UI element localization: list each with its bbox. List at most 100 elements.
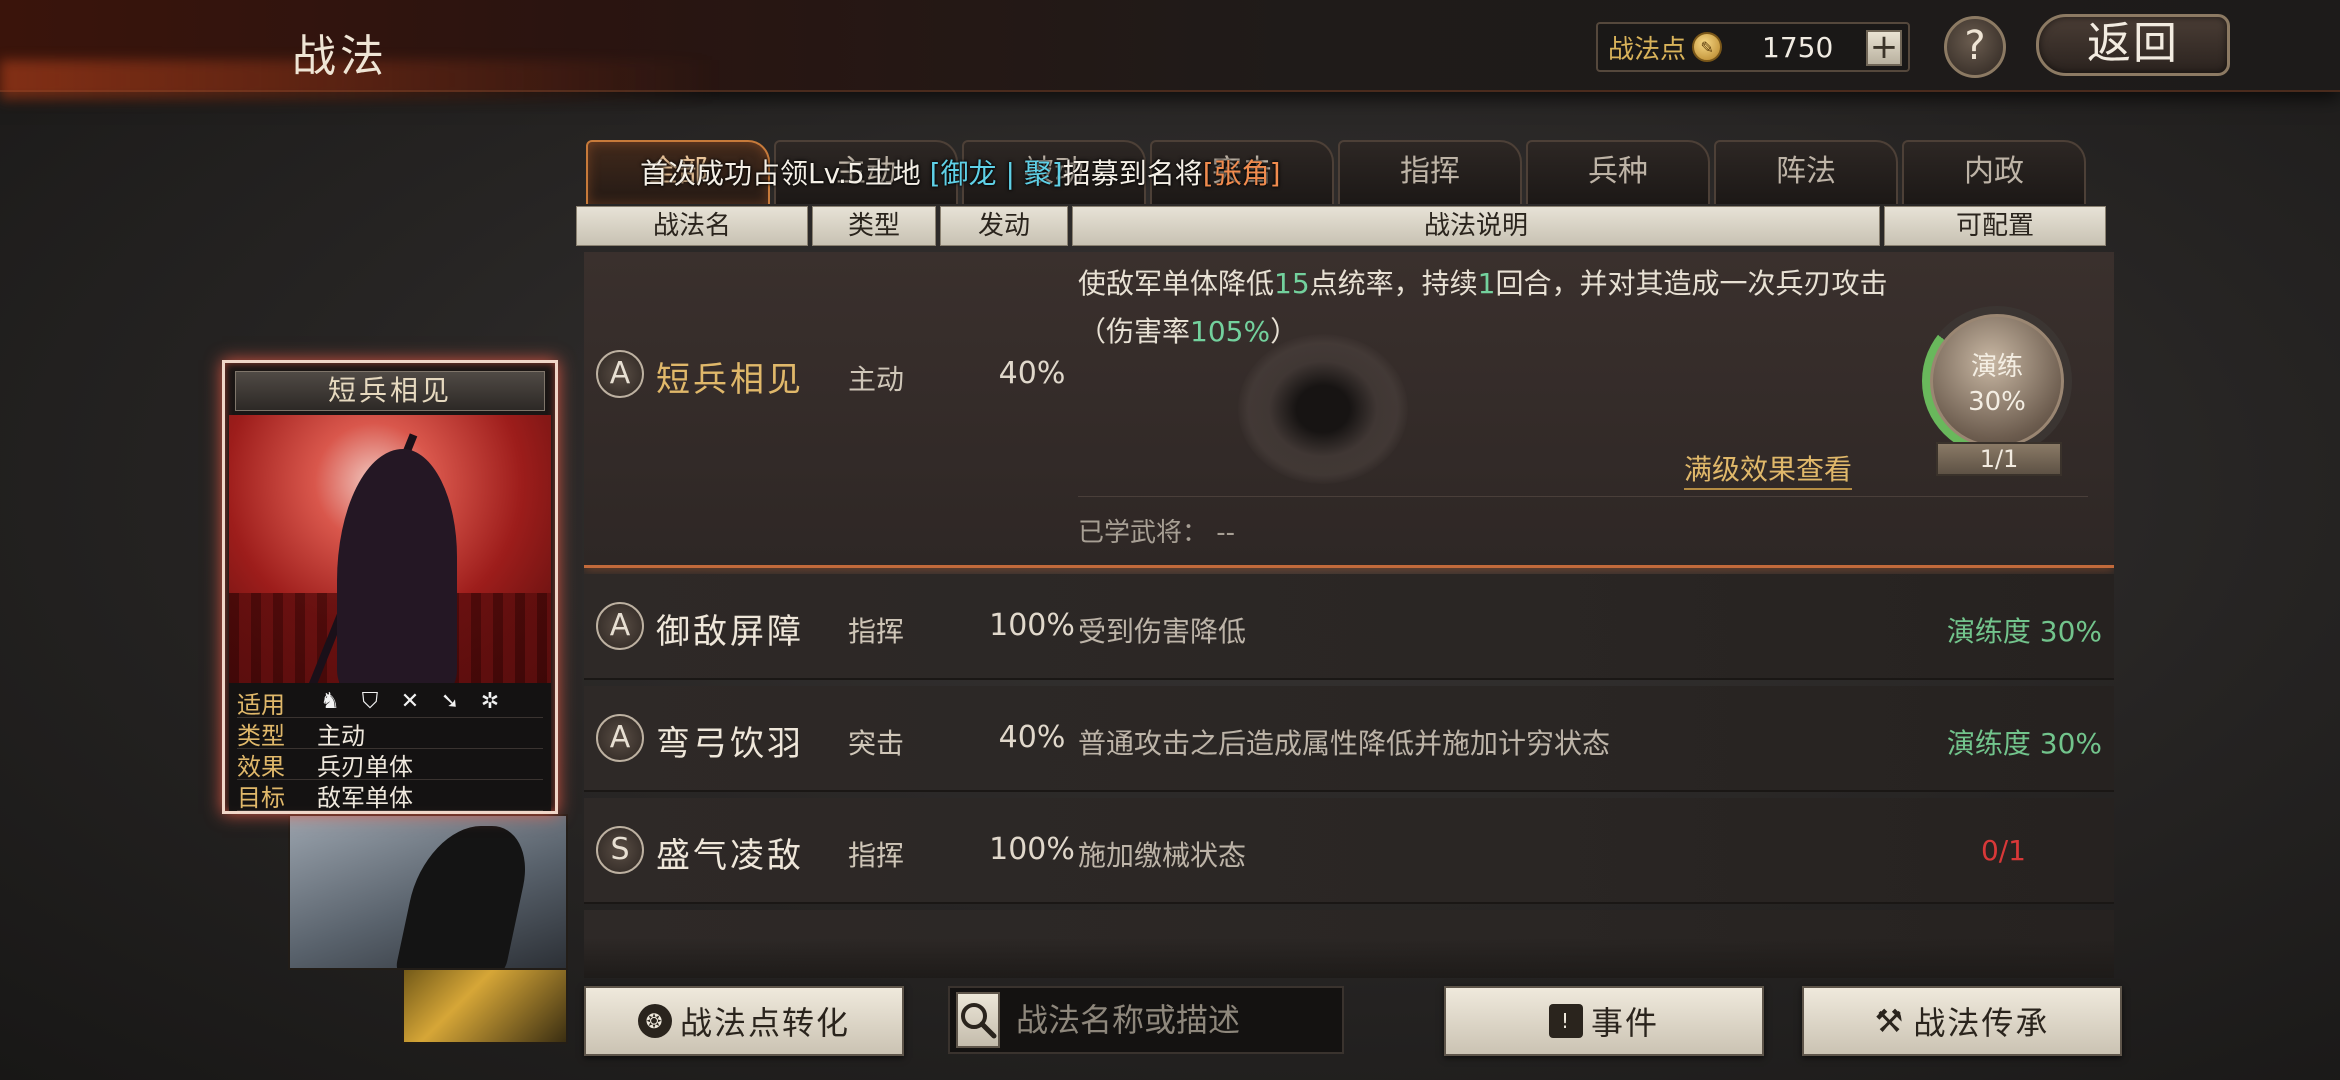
page-title: 战法 xyxy=(292,31,388,82)
events-label: 事件 xyxy=(1590,1004,1659,1042)
card-effect-value: 兵刃单体 xyxy=(317,752,413,781)
tactic-type: 指挥 xyxy=(848,615,905,648)
cavalry-icon: ♞ xyxy=(320,689,340,714)
train-label: 演练 xyxy=(1970,351,2023,382)
train-degree: 演练度 30% xyxy=(1946,727,2102,760)
tactic-rate: 40% xyxy=(998,356,1066,391)
archer-icon: ✕ xyxy=(400,689,420,714)
convert-label: 战法点转化 xyxy=(679,1004,850,1042)
inherit-tactic-button[interactable]: ⚒ 战法传承 xyxy=(1802,986,2122,1056)
scroll-fade xyxy=(584,938,2114,978)
notice-tag-1: [御龙 xyxy=(929,157,997,190)
tactic-row-expanded[interactable]: A 短兵相见 主动 40% 使敌军单体降低15点统率，持续1回合，并对其造成一次… xyxy=(584,252,2114,568)
search-button[interactable] xyxy=(956,992,1000,1048)
desc-value: 15 xyxy=(1274,267,1310,300)
desc-value: 105% xyxy=(1190,315,1271,348)
column-type[interactable]: 类型 xyxy=(812,206,936,246)
desc-part: 使敌军单体降低 xyxy=(1078,267,1275,300)
troop-icons: ♞ ⛉ ✕ ➘ ✲ xyxy=(317,689,503,715)
card-target-row: 目标 敌军单体 xyxy=(237,780,543,812)
desc-part: ） xyxy=(1270,315,1299,348)
grade-badge: S xyxy=(596,826,644,874)
card-apply-row: 适用 ♞ ⛉ ✕ ➘ ✲ xyxy=(237,687,543,719)
train-button[interactable]: 演练 30% xyxy=(1930,314,2064,448)
card-type-label: 类型 xyxy=(237,721,285,750)
train-count: 1/1 xyxy=(1936,442,2062,476)
card-effect-row: 效果 兵刃单体 xyxy=(237,749,543,781)
back-button[interactable]: 返回 xyxy=(2036,14,2230,76)
train-percent: 30% xyxy=(1968,386,2026,417)
table-row[interactable]: A 御敌屏障 指挥 100% 受到伤害降低 演练度 30% xyxy=(584,574,2114,680)
column-description: 战法说明 xyxy=(1072,206,1880,246)
broadcast-notice: 首次成功占领Lv.5土地 [御龙 | 聚]招募到名将[张角] xyxy=(640,152,1281,192)
alert-icon: ! xyxy=(1548,1004,1583,1038)
help-button[interactable]: ? xyxy=(1944,16,2006,78)
inherit-label: 战法传承 xyxy=(1913,1004,2050,1042)
row-divider xyxy=(1078,496,2088,497)
notice-tag-2: | 聚] xyxy=(1005,157,1063,190)
desc-part: 点统率，持续 xyxy=(1309,267,1478,300)
card-title: 短兵相见 xyxy=(235,371,545,411)
card-artwork xyxy=(229,415,551,683)
tab-formation[interactable]: 阵法 xyxy=(1714,140,1898,204)
full-level-effect-link[interactable]: 满级效果查看 xyxy=(1684,448,1853,490)
train-degree: 演练度 30% xyxy=(1946,615,2102,648)
search-icon xyxy=(961,1003,997,1039)
learned-value: -- xyxy=(1216,518,1236,548)
tactic-coin-icon: ✎ xyxy=(1692,32,1723,62)
add-points-button[interactable]: + xyxy=(1866,30,1902,66)
hammer-icon: ⚒ xyxy=(1874,1002,1906,1040)
convert-icon: ❂ xyxy=(637,1004,672,1038)
tactic-type: 主动 xyxy=(848,363,905,396)
tactic-name: 御敌屏障 xyxy=(656,612,804,652)
tactic-type: 突击 xyxy=(848,727,905,760)
table-header: 战法名 类型 发动 战法说明 可配置 xyxy=(576,206,2106,246)
tactic-name: 短兵相见 xyxy=(656,360,804,400)
card-type-row: 类型 主动 xyxy=(237,718,543,750)
column-configurable[interactable]: 可配置 xyxy=(1884,206,2106,246)
tactic-name: 盛气凌敌 xyxy=(656,836,804,876)
config-count: 0/1 xyxy=(1980,834,2026,867)
card-info: 适用 ♞ ⛉ ✕ ➘ ✲ 类型 主动 效果 兵刃单体 目标 敌军单体 xyxy=(229,683,551,812)
top-bar: 战法 战法点 ✎ 1750 + ? 返回 xyxy=(0,0,2340,100)
events-button[interactable]: ! 事件 xyxy=(1444,986,1764,1056)
tactic-name: 弯弓饮羽 xyxy=(656,724,804,764)
grade-badge: A xyxy=(596,350,644,398)
search-input[interactable] xyxy=(1000,992,1415,1048)
tactic-card-back[interactable] xyxy=(402,960,568,1044)
tactic-points-box: 战法点 ✎ 1750 + xyxy=(1596,22,1910,72)
card-type-value: 主动 xyxy=(317,721,365,750)
table-row[interactable]: S 盛气凌敌 指挥 100% 施加缴械状态 0/1 xyxy=(584,798,2114,904)
table-row[interactable]: A 弯弓饮羽 突击 40% 普通攻击之后造成属性降低并施加计穷状态 演练度 30… xyxy=(584,686,2114,792)
siege-icon: ✲ xyxy=(480,689,500,714)
convert-points-button[interactable]: ❂ 战法点转化 xyxy=(584,986,904,1056)
tactics-list[interactable]: A 短兵相见 主动 40% 使敌军单体降低15点统率，持续1回合，并对其造成一次… xyxy=(584,252,2114,978)
column-trigger[interactable]: 发动 xyxy=(940,206,1068,246)
tactic-card[interactable]: 短兵相见 适用 ♞ ⛉ ✕ ➘ ✲ 类型 主动 效果 兵刃单体 目标 敌军单体 xyxy=(222,360,558,814)
tactic-rate: 100% xyxy=(989,608,1075,643)
tactic-card-back[interactable] xyxy=(288,814,568,970)
column-name[interactable]: 战法名 xyxy=(576,206,808,246)
shield-icon: ⛉ xyxy=(361,689,379,714)
learned-label: 已学武将： xyxy=(1078,518,1209,548)
tactic-points-value: 1750 xyxy=(1762,30,1834,64)
tactic-rate: 40% xyxy=(998,720,1066,755)
tactic-description: 普通攻击之后造成属性降低并施加计穷状态 xyxy=(1078,727,1611,760)
tactic-description: 受到伤害降低 xyxy=(1078,615,1247,648)
tab-command[interactable]: 指挥 xyxy=(1338,140,1522,204)
search-box xyxy=(948,986,1415,1054)
card-apply-label: 适用 xyxy=(237,690,285,719)
card-effect-label: 效果 xyxy=(237,752,285,781)
notice-text-2: 招募到名将 xyxy=(1062,157,1203,190)
desc-value: 1 xyxy=(1477,267,1496,300)
grade-badge: A xyxy=(596,714,644,762)
train-progress-ring[interactable]: 演练 30% xyxy=(1922,306,2072,456)
tab-troop[interactable]: 兵种 xyxy=(1526,140,1710,204)
card-art-warrior xyxy=(337,449,457,683)
card-target-value: 敌军单体 xyxy=(317,783,413,812)
tactic-description: 施加缴械状态 xyxy=(1078,839,1247,872)
tactic-effect-emblem xyxy=(1238,334,1408,484)
tab-internal[interactable]: 内政 xyxy=(1902,140,2086,204)
tactic-type: 指挥 xyxy=(848,839,905,872)
tactic-description: 使敌军单体降低15点统率，持续1回合，并对其造成一次兵刃攻击（伤害率105%） xyxy=(1078,260,1898,356)
